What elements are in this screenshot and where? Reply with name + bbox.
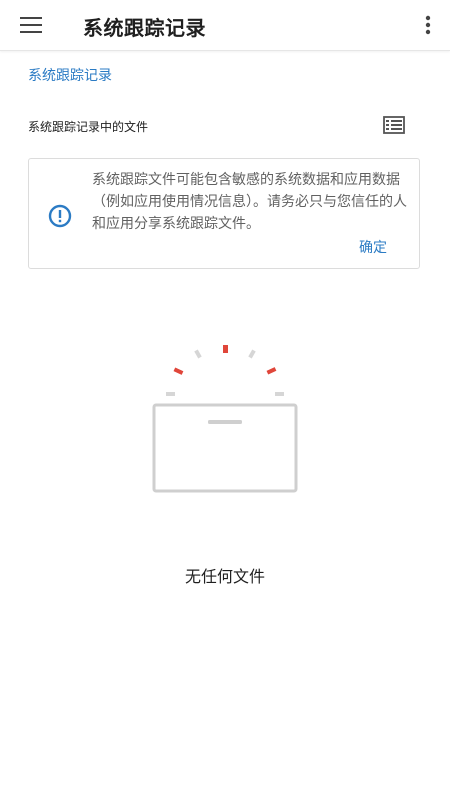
- view-list-icon: [383, 116, 405, 134]
- navigation-menu-button[interactable]: [14, 10, 50, 40]
- error-outline-icon: [48, 204, 72, 228]
- app-bar: 系统跟踪记录: [0, 0, 450, 51]
- files-section-header: 系统跟踪记录中的文件: [28, 116, 408, 136]
- confirm-button[interactable]: 确定: [347, 235, 399, 261]
- view-list-button[interactable]: [383, 116, 407, 136]
- hamburger-menu-icon: [20, 17, 42, 33]
- more-vert-icon: [425, 15, 431, 35]
- page-title: 系统跟踪记录: [83, 16, 206, 40]
- empty-box-icon: [152, 345, 298, 493]
- warning-card: 系统跟踪文件可能包含敏感的系统数据和应用数据（例如应用使用情况信息）。请务必只与…: [28, 158, 420, 269]
- empty-state-label: 无任何文件: [184, 567, 265, 586]
- warning-message: 系统跟踪文件可能包含敏感的系统数据和应用数据（例如应用使用情况信息）。请务必只与…: [92, 172, 407, 232]
- empty-box-illustration: [150, 340, 300, 500]
- breadcrumb[interactable]: 系统跟踪记录: [28, 65, 112, 85]
- more-options-button[interactable]: [422, 12, 434, 38]
- section-title: 系统跟踪记录中的文件: [28, 120, 149, 134]
